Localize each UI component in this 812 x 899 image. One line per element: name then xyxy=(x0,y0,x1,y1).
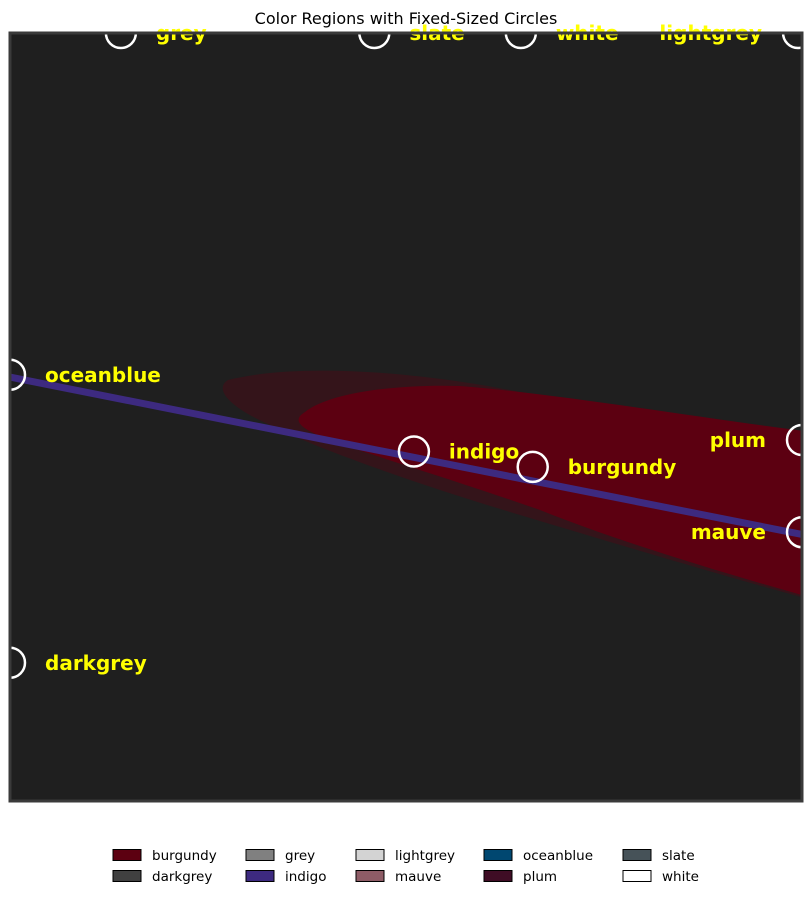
legend-label-oceanblue: oceanblue xyxy=(523,848,593,864)
legend-label-mauve: mauve xyxy=(395,869,441,885)
legend-item-white: white xyxy=(622,869,699,885)
chart: Color Regions with Fixed-Sized Circles g… xyxy=(8,9,804,885)
legend-item-burgundy: burgundy xyxy=(112,848,217,864)
legend-swatch-indigo xyxy=(245,870,275,882)
legend-item-lightgrey: lightgrey xyxy=(355,848,455,864)
legend: burgundy darkgrey grey indigo lightgrey mauve… xyxy=(112,848,699,885)
legend-label-white: white xyxy=(662,869,699,885)
legend-swatch-darkgrey xyxy=(112,870,142,882)
circle-label-mauve: mauve xyxy=(691,520,766,544)
legend-item-slate: slate xyxy=(622,848,695,864)
circle-label-burgundy: burgundy xyxy=(568,455,677,479)
legend-swatch-white xyxy=(622,870,652,882)
legend-item-darkgrey: darkgrey xyxy=(112,869,212,885)
legend-item-grey: grey xyxy=(245,848,315,864)
legend-label-grey: grey xyxy=(285,848,315,864)
circle-label-indigo: indigo xyxy=(449,440,519,464)
legend-swatch-plum xyxy=(483,870,513,882)
chart-title: Color Regions with Fixed-Sized Circles xyxy=(255,9,558,28)
legend-item-plum: plum xyxy=(483,869,557,885)
legend-swatch-mauve xyxy=(355,870,385,882)
legend-item-indigo: indigo xyxy=(245,869,326,885)
circle-label-oceanblue: oceanblue xyxy=(45,363,161,387)
legend-swatch-grey xyxy=(245,849,275,861)
legend-item-mauve: mauve xyxy=(355,869,441,885)
legend-label-slate: slate xyxy=(662,848,695,864)
legend-label-burgundy: burgundy xyxy=(152,848,217,864)
legend-label-lightgrey: lightgrey xyxy=(395,848,455,864)
legend-label-darkgrey: darkgrey xyxy=(152,869,212,885)
circle-label-plum: plum xyxy=(710,428,766,452)
legend-label-plum: plum xyxy=(523,869,557,885)
circle-label-darkgrey: darkgrey xyxy=(45,651,147,675)
legend-swatch-oceanblue xyxy=(483,849,513,861)
legend-item-oceanblue: oceanblue xyxy=(483,848,593,864)
legend-swatch-slate xyxy=(622,849,652,861)
legend-swatch-burgundy xyxy=(112,849,142,861)
legend-label-indigo: indigo xyxy=(285,869,326,885)
legend-swatch-lightgrey xyxy=(355,849,385,861)
